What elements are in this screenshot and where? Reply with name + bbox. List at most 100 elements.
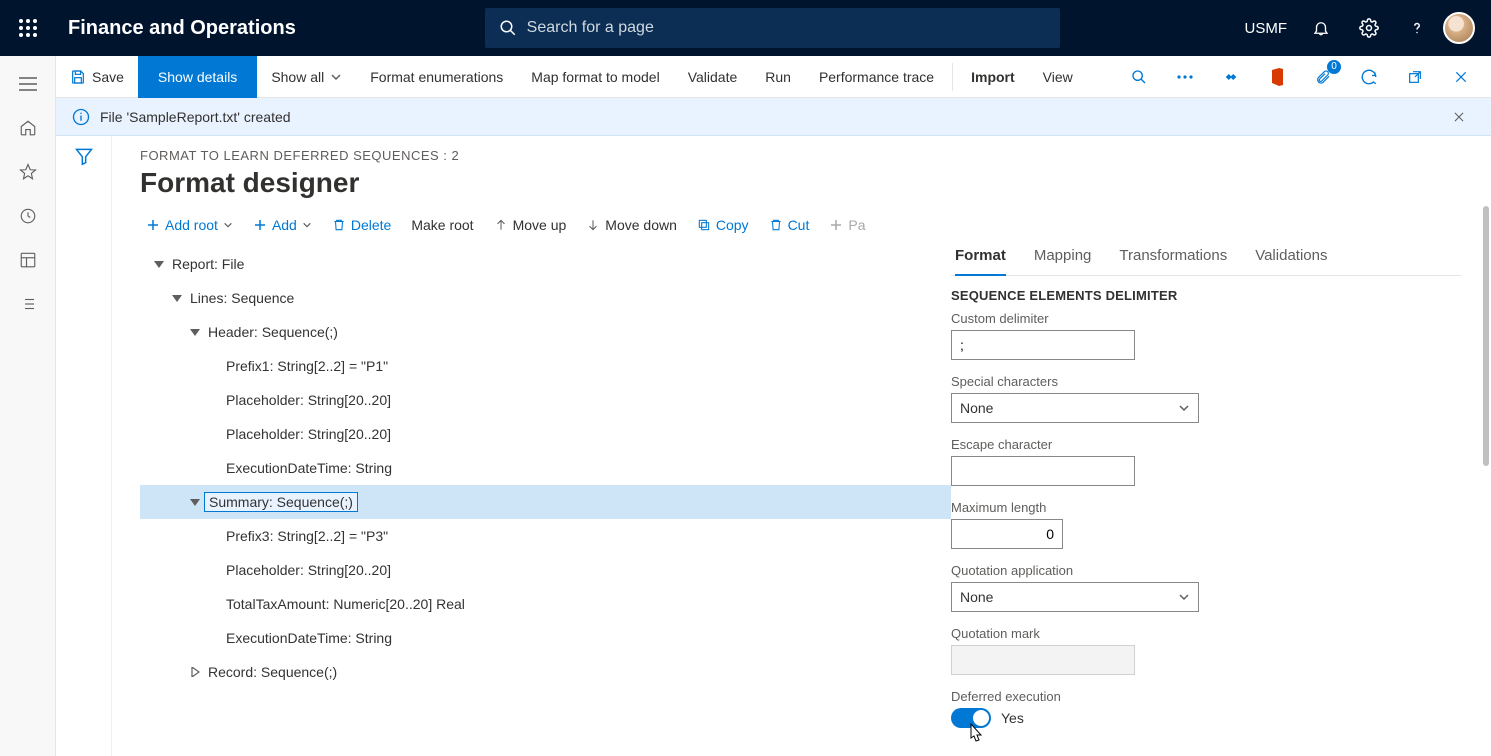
- tree-node[interactable]: Header: Sequence(;): [140, 315, 951, 349]
- message-close-icon[interactable]: [1443, 101, 1475, 133]
- find-icon[interactable]: [1117, 56, 1161, 98]
- run-button[interactable]: Run: [751, 56, 805, 98]
- home-icon[interactable]: [4, 108, 52, 148]
- chevron-down-icon: [223, 220, 233, 230]
- page-title: Format designer: [112, 163, 1491, 207]
- tab-transformations[interactable]: Transformations: [1119, 247, 1227, 275]
- cut-button[interactable]: Cut: [761, 213, 818, 237]
- filter-icon[interactable]: [74, 146, 94, 756]
- tree-node-label: Record: Sequence(;): [204, 663, 341, 681]
- tab-format[interactable]: Format: [955, 247, 1006, 276]
- quotation-application-label: Quotation application: [951, 563, 1461, 578]
- move-down-button[interactable]: Move down: [578, 213, 685, 237]
- chevron-down-icon: [330, 71, 342, 83]
- tree-node-label: Header: Sequence(;): [204, 323, 342, 341]
- quotation-application-select[interactable]: None: [951, 582, 1199, 612]
- add-button[interactable]: Add: [245, 213, 320, 237]
- popout-icon[interactable]: [1393, 56, 1437, 98]
- more-options-icon[interactable]: [1163, 56, 1207, 98]
- tree-chevron-icon[interactable]: [186, 327, 204, 337]
- tree-node[interactable]: Placeholder: String[20..20]: [140, 553, 951, 587]
- app-launcher-icon[interactable]: [0, 0, 56, 56]
- tree-node[interactable]: TotalTaxAmount: Numeric[20..20] Real: [140, 587, 951, 621]
- workspaces-icon[interactable]: [4, 240, 52, 280]
- property-tabs: Format Mapping Transformations Validatio…: [951, 247, 1461, 276]
- global-search[interactable]: [485, 8, 1060, 48]
- tree-node[interactable]: Prefix3: String[2..2] = "P3": [140, 519, 951, 553]
- favorites-icon[interactable]: [4, 152, 52, 192]
- chevron-down-icon: [1178, 591, 1190, 603]
- help-icon[interactable]: [1395, 6, 1439, 50]
- tree-node[interactable]: Prefix1: String[2..2] = "P1": [140, 349, 951, 383]
- tree-node-label: Placeholder: String[20..20]: [222, 561, 395, 579]
- left-nav-rail: [0, 56, 56, 756]
- refresh-icon[interactable]: [1347, 56, 1391, 98]
- special-characters-label: Special characters: [951, 374, 1461, 389]
- tree-node-label: Prefix1: String[2..2] = "P1": [222, 357, 392, 375]
- save-label: Save: [92, 69, 124, 85]
- chevron-down-icon: [302, 220, 312, 230]
- custom-delimiter-label: Custom delimiter: [951, 311, 1461, 326]
- performance-trace-button[interactable]: Performance trace: [805, 56, 948, 98]
- escape-character-input[interactable]: [951, 456, 1135, 486]
- custom-delimiter-input[interactable]: [951, 330, 1135, 360]
- tree-node-label: TotalTaxAmount: Numeric[20..20] Real: [222, 595, 469, 613]
- show-all-button[interactable]: Show all: [257, 56, 356, 98]
- tree-node-label: Lines: Sequence: [186, 289, 298, 307]
- user-avatar[interactable]: [1443, 12, 1475, 44]
- tree-node[interactable]: Placeholder: String[20..20]: [140, 383, 951, 417]
- settings-icon[interactable]: [1347, 6, 1391, 50]
- chevron-down-icon: [1178, 402, 1190, 414]
- tree-chevron-icon[interactable]: [186, 497, 204, 507]
- recent-icon[interactable]: [4, 196, 52, 236]
- company-label[interactable]: USMF: [1237, 20, 1296, 37]
- search-input[interactable]: [527, 19, 1046, 37]
- section-title: SEQUENCE ELEMENTS DELIMITER: [951, 288, 1461, 303]
- nav-expand-icon[interactable]: [4, 64, 52, 104]
- validate-button[interactable]: Validate: [674, 56, 752, 98]
- deferred-execution-toggle[interactable]: [951, 708, 991, 728]
- quotation-mark-input: [951, 645, 1135, 675]
- tree-node-label: ExecutionDateTime: String: [222, 459, 396, 477]
- tree-chevron-icon[interactable]: [150, 259, 168, 269]
- deferred-execution-value: Yes: [1001, 710, 1024, 726]
- deferred-execution-label: Deferred execution: [951, 689, 1461, 704]
- special-characters-select[interactable]: None: [951, 393, 1199, 423]
- tree-node[interactable]: ExecutionDateTime: String: [140, 451, 951, 485]
- tree-node[interactable]: ExecutionDateTime: String: [140, 621, 951, 655]
- maximum-length-input[interactable]: [951, 519, 1063, 549]
- tree-node[interactable]: Placeholder: String[20..20]: [140, 417, 951, 451]
- tree-chevron-icon[interactable]: [186, 667, 204, 677]
- close-page-icon[interactable]: [1439, 56, 1483, 98]
- add-root-button[interactable]: Add root: [138, 213, 241, 237]
- notifications-icon[interactable]: [1299, 6, 1343, 50]
- paste-button: Pa: [821, 213, 873, 237]
- copy-button[interactable]: Copy: [689, 213, 757, 237]
- quotation-mark-label: Quotation mark: [951, 626, 1461, 641]
- modules-icon[interactable]: [4, 284, 52, 324]
- tree-node[interactable]: Record: Sequence(;): [140, 655, 951, 689]
- office-icon[interactable]: [1255, 56, 1299, 98]
- tab-validations[interactable]: Validations: [1255, 247, 1327, 275]
- tree-node-label: Placeholder: String[20..20]: [222, 391, 395, 409]
- attachments-icon[interactable]: 0: [1301, 56, 1345, 98]
- tree-chevron-icon[interactable]: [168, 293, 186, 303]
- tree-node[interactable]: Report: File: [140, 247, 951, 281]
- make-root-button[interactable]: Make root: [403, 213, 481, 237]
- map-format-button[interactable]: Map format to model: [517, 56, 673, 98]
- tree-node[interactable]: Summary: Sequence(;): [140, 485, 951, 519]
- breadcrumb: FORMAT TO LEARN DEFERRED SEQUENCES : 2: [112, 148, 1491, 163]
- format-enumerations-button[interactable]: Format enumerations: [356, 56, 517, 98]
- scrollbar-thumb[interactable]: [1483, 206, 1489, 466]
- import-button[interactable]: Import: [957, 56, 1029, 98]
- tree-node-label: ExecutionDateTime: String: [222, 629, 396, 647]
- tree-node[interactable]: Lines: Sequence: [140, 281, 951, 315]
- tree-node-label: Summary: Sequence(;): [204, 492, 358, 512]
- move-up-button[interactable]: Move up: [486, 213, 575, 237]
- tab-mapping[interactable]: Mapping: [1034, 247, 1092, 275]
- view-button[interactable]: View: [1029, 56, 1087, 98]
- show-details-button[interactable]: Show details: [138, 56, 257, 98]
- dataverse-icon[interactable]: [1209, 56, 1253, 98]
- save-button[interactable]: Save: [56, 56, 138, 98]
- delete-button[interactable]: Delete: [324, 213, 399, 237]
